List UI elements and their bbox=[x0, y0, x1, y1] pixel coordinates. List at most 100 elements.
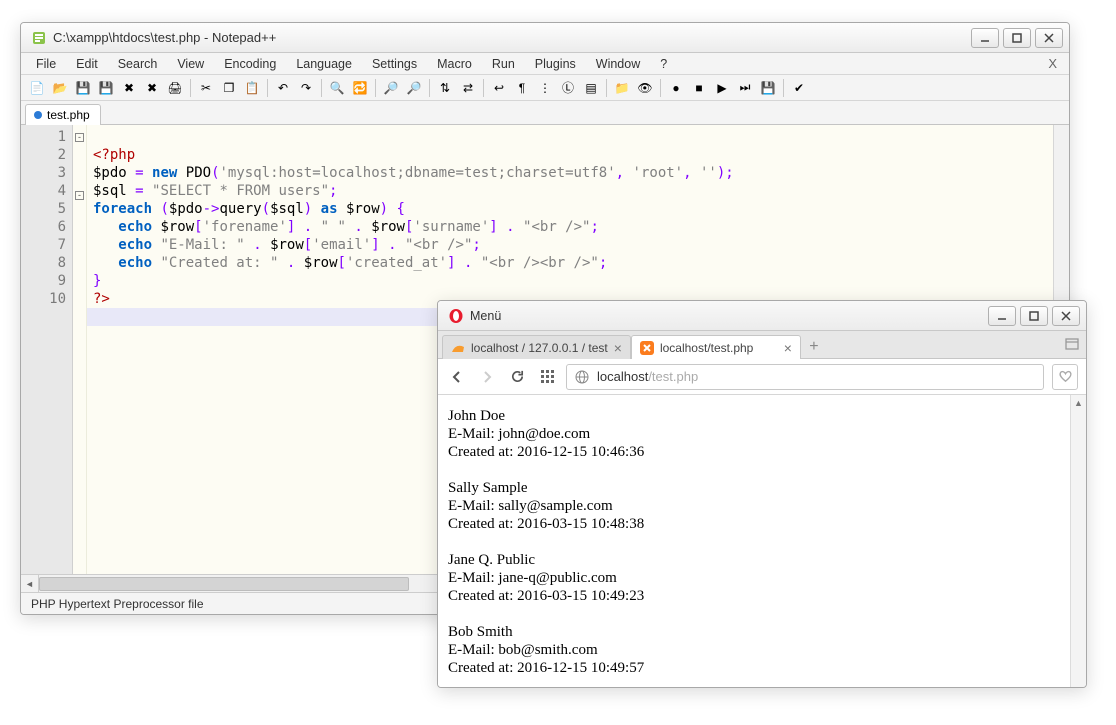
user-email: E-Mail: sally@sample.com bbox=[448, 497, 1076, 515]
line-number: 1 bbox=[21, 128, 66, 146]
address-field[interactable]: localhost/test.php bbox=[566, 364, 1044, 390]
record-icon[interactable]: ● bbox=[666, 78, 686, 98]
minimize-button[interactable] bbox=[988, 306, 1016, 326]
zoom-out-icon[interactable]: 🔎 bbox=[404, 78, 424, 98]
menu-run[interactable]: Run bbox=[483, 55, 524, 73]
line-number: 9 bbox=[21, 272, 66, 290]
play-icon[interactable]: ▶ bbox=[712, 78, 732, 98]
find-icon[interactable]: 🔍 bbox=[327, 78, 347, 98]
scroll-up-icon[interactable]: ▲ bbox=[1071, 395, 1086, 411]
npp-toolbar: 📄📂💾💾✖✖🖨✂❐📋↶↷🔍🔁🔎🔎⇅⇄↩¶⋮Ⓛ▤📁👁●■▶⏭💾✔ bbox=[21, 75, 1069, 101]
save-icon[interactable]: 💾 bbox=[73, 78, 93, 98]
reload-button[interactable] bbox=[506, 366, 528, 388]
menu-settings[interactable]: Settings bbox=[363, 55, 426, 73]
lang-icon[interactable]: Ⓛ bbox=[558, 78, 578, 98]
close-icon[interactable]: ✖ bbox=[119, 78, 139, 98]
menu-view[interactable]: View bbox=[168, 55, 213, 73]
play-multi-icon[interactable]: ⏭ bbox=[735, 78, 755, 98]
npp-titlebar[interactable]: C:\xampp\htdocs\test.php - Notepad++ bbox=[21, 23, 1069, 53]
show-all-icon[interactable]: ¶ bbox=[512, 78, 532, 98]
scroll-left-icon[interactable]: ◄ bbox=[21, 575, 39, 593]
code-line: } bbox=[93, 273, 101, 289]
spell-icon[interactable]: ✔ bbox=[789, 78, 809, 98]
menu-encoding[interactable]: Encoding bbox=[215, 55, 285, 73]
paste-icon[interactable]: 📋 bbox=[242, 78, 262, 98]
line-number: 10 bbox=[21, 290, 66, 308]
code-line: echo "Created at: " . $row['created_at']… bbox=[93, 255, 607, 271]
bookmark-button[interactable] bbox=[1052, 364, 1078, 390]
folder-icon[interactable]: 📁 bbox=[612, 78, 632, 98]
fold-toggle-icon[interactable]: - bbox=[75, 133, 84, 142]
user-created: Created at: 2016-03-15 10:49:23 bbox=[448, 587, 1076, 605]
browser-tab-testphp[interactable]: localhost/test.php × bbox=[631, 335, 801, 359]
print-icon[interactable]: 🖨 bbox=[165, 78, 185, 98]
menu-search[interactable]: Search bbox=[109, 55, 167, 73]
tab-close-icon[interactable]: × bbox=[784, 341, 792, 355]
monitor-icon[interactable]: 👁 bbox=[635, 78, 655, 98]
line-number: 7 bbox=[21, 236, 66, 254]
maximize-button[interactable] bbox=[1020, 306, 1048, 326]
npp-menubar: File Edit Search View Encoding Language … bbox=[21, 53, 1069, 75]
browser-page-content[interactable]: John DoeE-Mail: john@doe.comCreated at: … bbox=[438, 395, 1086, 687]
browser-tab-phpmyadmin[interactable]: localhost / 127.0.0.1 / test × bbox=[442, 335, 631, 359]
fold-toggle-icon[interactable]: - bbox=[75, 191, 84, 200]
cut-icon[interactable]: ✂ bbox=[196, 78, 216, 98]
opera-titlebar[interactable]: Menü bbox=[438, 301, 1086, 331]
forward-button[interactable] bbox=[476, 366, 498, 388]
wrap-icon[interactable]: ↩ bbox=[489, 78, 509, 98]
maximize-button[interactable] bbox=[1003, 28, 1031, 48]
new-tab-button[interactable]: + bbox=[801, 336, 827, 358]
fold-column: - - bbox=[73, 125, 87, 574]
tab-menu-icon[interactable] bbox=[1058, 330, 1086, 358]
stop-icon[interactable]: ■ bbox=[689, 78, 709, 98]
close-all-icon[interactable]: ✖ bbox=[142, 78, 162, 98]
menu-language[interactable]: Language bbox=[287, 55, 361, 73]
save-all-icon[interactable]: 💾 bbox=[96, 78, 116, 98]
user-record: John DoeE-Mail: john@doe.comCreated at: … bbox=[448, 407, 1076, 461]
menu-help[interactable]: ? bbox=[651, 55, 676, 73]
new-file-icon[interactable]: 📄 bbox=[27, 78, 47, 98]
indent-guide-icon[interactable]: ⋮ bbox=[535, 78, 555, 98]
code-line: $pdo = new PDO('mysql:host=localhost;dbn… bbox=[93, 165, 734, 181]
menu-plugins[interactable]: Plugins bbox=[526, 55, 585, 73]
zoom-in-icon[interactable]: 🔎 bbox=[381, 78, 401, 98]
close-button[interactable] bbox=[1035, 28, 1063, 48]
file-tab-testphp[interactable]: test.php bbox=[25, 104, 101, 125]
user-email: E-Mail: john@doe.com bbox=[448, 425, 1076, 443]
user-name: Jane Q. Public bbox=[448, 551, 1076, 569]
opera-addressbar: localhost/test.php bbox=[438, 359, 1086, 395]
menu-macro[interactable]: Macro bbox=[428, 55, 481, 73]
redo-icon[interactable]: ↷ bbox=[296, 78, 316, 98]
line-number: 2 bbox=[21, 146, 66, 164]
doc-map-icon[interactable]: ▤ bbox=[581, 78, 601, 98]
xampp-favicon-icon bbox=[640, 341, 654, 355]
menu-window[interactable]: Window bbox=[587, 55, 649, 73]
code-line: <?php bbox=[93, 147, 135, 163]
toolbar-separator bbox=[660, 79, 661, 97]
user-record: Jane Q. PublicE-Mail: jane-q@public.comC… bbox=[448, 551, 1076, 605]
speed-dial-button[interactable] bbox=[536, 366, 558, 388]
menu-file[interactable]: File bbox=[27, 55, 65, 73]
line-number: 5 bbox=[21, 200, 66, 218]
tab-close-icon[interactable]: × bbox=[614, 341, 622, 355]
save-macro-icon[interactable]: 💾 bbox=[758, 78, 778, 98]
page-vertical-scrollbar[interactable]: ▲ bbox=[1070, 395, 1086, 687]
user-created: Created at: 2016-12-15 10:46:36 bbox=[448, 443, 1076, 461]
opera-menu-button[interactable]: Menü bbox=[470, 309, 501, 323]
close-button[interactable] bbox=[1052, 306, 1080, 326]
open-file-icon[interactable]: 📂 bbox=[50, 78, 70, 98]
undo-icon[interactable]: ↶ bbox=[273, 78, 293, 98]
copy-icon[interactable]: ❐ bbox=[219, 78, 239, 98]
code-line: echo $row['forename'] . " " . $row['surn… bbox=[93, 219, 599, 235]
sync-h-icon[interactable]: ⇄ bbox=[458, 78, 478, 98]
menubar-close-icon[interactable]: X bbox=[1042, 56, 1063, 71]
scroll-thumb[interactable] bbox=[39, 577, 409, 591]
replace-icon[interactable]: 🔁 bbox=[350, 78, 370, 98]
menu-edit[interactable]: Edit bbox=[67, 55, 107, 73]
back-button[interactable] bbox=[446, 366, 468, 388]
line-number: 8 bbox=[21, 254, 66, 272]
minimize-button[interactable] bbox=[971, 28, 999, 48]
sync-v-icon[interactable]: ⇅ bbox=[435, 78, 455, 98]
toolbar-separator bbox=[483, 79, 484, 97]
npp-file-tabs: test.php bbox=[21, 101, 1069, 125]
